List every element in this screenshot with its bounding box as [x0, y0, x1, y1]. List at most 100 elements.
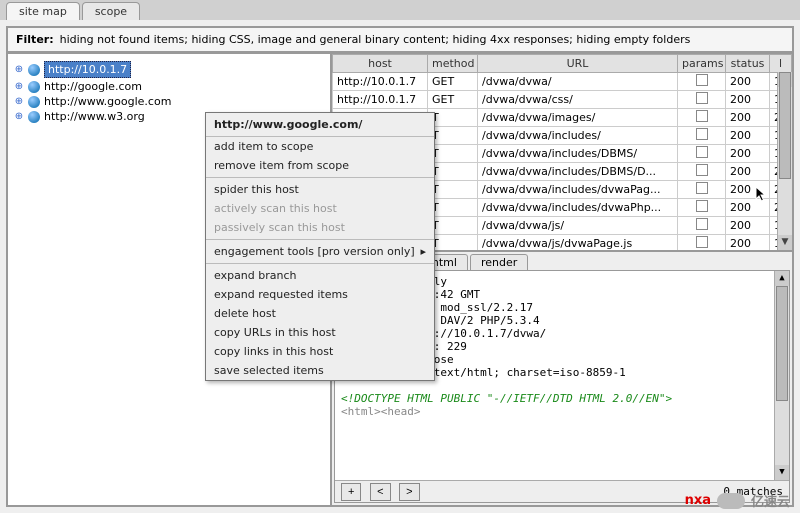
response-scrollbar[interactable]: ▲ ▼: [774, 271, 789, 480]
cell-method: T: [428, 181, 478, 199]
tree-label: http://google.com: [44, 80, 142, 93]
cell-url: /dvwa/dvwa/: [478, 73, 678, 91]
globe-icon: [28, 64, 40, 76]
cell-url: /dvwa/dvwa/includes/dvwaPhp...: [478, 199, 678, 217]
context-menu-item[interactable]: spider this host: [206, 180, 434, 199]
cell-params: [678, 199, 726, 217]
table-row[interactable]: http://10.0.1.7GET/dvwa/dvwa/css/20017: [333, 91, 792, 109]
cell-status: 200: [726, 145, 770, 163]
scroll-thumb[interactable]: [776, 286, 788, 401]
cell-status: 200: [726, 181, 770, 199]
cell-status: 200: [726, 109, 770, 127]
cell-method: T: [428, 109, 478, 127]
cell-params: [678, 73, 726, 91]
context-menu-item[interactable]: expand branch: [206, 266, 434, 285]
tree-expand-icon[interactable]: ⊕: [14, 96, 24, 107]
cell-url: /dvwa/dvwa/images/: [478, 109, 678, 127]
tab-site-map[interactable]: site map: [6, 2, 80, 20]
search-next-button[interactable]: >: [399, 483, 419, 501]
col-header-params[interactable]: params: [678, 55, 726, 73]
context-menu-item[interactable]: add item to scope: [206, 137, 434, 156]
cell-params: [678, 91, 726, 109]
cell-params: [678, 217, 726, 235]
watermark-right: 亿速云: [751, 491, 790, 510]
context-menu-separator: [206, 239, 434, 240]
tree-item-host-1[interactable]: ⊕ http://10.0.1.7: [12, 60, 326, 79]
context-menu-item[interactable]: remove item from scope: [206, 156, 434, 175]
tree-expand-icon[interactable]: ⊕: [14, 64, 24, 75]
scroll-down-icon[interactable]: ▼: [778, 235, 792, 250]
context-menu-separator: [206, 263, 434, 264]
tab-render[interactable]: render: [470, 254, 528, 270]
col-header-status[interactable]: status: [726, 55, 770, 73]
cell-params: [678, 235, 726, 253]
cell-status: 200: [726, 127, 770, 145]
col-header-length[interactable]: l: [770, 55, 792, 73]
context-menu-item[interactable]: save selected items: [206, 361, 434, 380]
col-header-method[interactable]: method: [428, 55, 478, 73]
filter-bar[interactable]: Filter: hiding not found items; hiding C…: [6, 26, 794, 53]
response-line: <!DOCTYPE HTML PUBLIC "-//IETF//DTD HTML…: [341, 392, 783, 405]
tree-expand-icon[interactable]: ⊕: [14, 111, 24, 122]
context-menu-item[interactable]: engagement tools [pro version only]▸: [206, 242, 434, 261]
params-checkbox-icon: [696, 236, 708, 248]
context-menu: http://www.google.com/ add item to scope…: [205, 112, 435, 381]
cell-params: [678, 127, 726, 145]
context-menu-item[interactable]: copy links in this host: [206, 342, 434, 361]
tree-label: http://10.0.1.7: [44, 61, 131, 78]
context-menu-item[interactable]: copy URLs in this host: [206, 323, 434, 342]
params-checkbox-icon: [696, 218, 708, 230]
tree-expand-icon[interactable]: ⊕: [14, 81, 24, 92]
cell-status: 200: [726, 163, 770, 181]
globe-icon: [28, 81, 40, 93]
tree-item-host-3[interactable]: ⊕ http://www.google.com: [12, 94, 326, 109]
response-line: <html><head>: [341, 405, 783, 418]
params-checkbox-icon: [696, 200, 708, 212]
cell-host: http://10.0.1.7: [333, 73, 428, 91]
cell-method: T: [428, 163, 478, 181]
cell-params: [678, 163, 726, 181]
cell-status: 200: [726, 217, 770, 235]
params-checkbox-icon: [696, 92, 708, 104]
cell-method: GET: [428, 73, 478, 91]
cloud-icon: [717, 493, 745, 509]
col-header-host[interactable]: host: [333, 55, 428, 73]
search-prev-button[interactable]: <: [370, 483, 390, 501]
globe-icon: [28, 111, 40, 123]
cell-method: GET: [428, 91, 478, 109]
cell-url: /dvwa/dvwa/js/dvwaPage.js: [478, 235, 678, 253]
tab-scope[interactable]: scope: [82, 2, 140, 20]
params-checkbox-icon: [696, 146, 708, 158]
params-checkbox-icon: [696, 110, 708, 122]
scroll-down-icon[interactable]: ▼: [775, 465, 789, 480]
cell-method: T: [428, 217, 478, 235]
context-menu-item[interactable]: expand requested items: [206, 285, 434, 304]
context-menu-item: passively scan this host: [206, 218, 434, 237]
scroll-thumb[interactable]: [779, 72, 791, 179]
scroll-up-icon[interactable]: ▲: [775, 271, 789, 286]
cell-params: [678, 145, 726, 163]
cell-url: /dvwa/dvwa/includes/DBMS/D...: [478, 163, 678, 181]
table-row[interactable]: http://10.0.1.7GET/dvwa/dvwa/20017: [333, 73, 792, 91]
search-add-button[interactable]: +: [341, 483, 361, 501]
table-scrollbar[interactable]: ▲ ▼: [777, 72, 792, 250]
col-header-url[interactable]: URL: [478, 55, 678, 73]
submenu-arrow-icon: ▸: [420, 245, 426, 258]
cell-url: /dvwa/dvwa/css/: [478, 91, 678, 109]
watermark: nxa 亿速云: [685, 491, 790, 510]
cell-url: /dvwa/dvwa/includes/dvwaPag...: [478, 181, 678, 199]
watermark-left: nxa: [685, 493, 711, 508]
tree-item-host-2[interactable]: ⊕ http://google.com: [12, 79, 326, 94]
cell-params: [678, 181, 726, 199]
cell-method: T: [428, 235, 478, 253]
cell-status: 200: [726, 91, 770, 109]
tree-label: http://www.w3.org: [44, 110, 145, 123]
globe-icon: [28, 96, 40, 108]
cell-method: T: [428, 199, 478, 217]
cell-url: /dvwa/dvwa/js/: [478, 217, 678, 235]
cell-host: http://10.0.1.7: [333, 91, 428, 109]
cell-status: 200: [726, 73, 770, 91]
cell-url: /dvwa/dvwa/includes/: [478, 127, 678, 145]
context-menu-item[interactable]: delete host: [206, 304, 434, 323]
filter-label: Filter:: [16, 33, 54, 46]
